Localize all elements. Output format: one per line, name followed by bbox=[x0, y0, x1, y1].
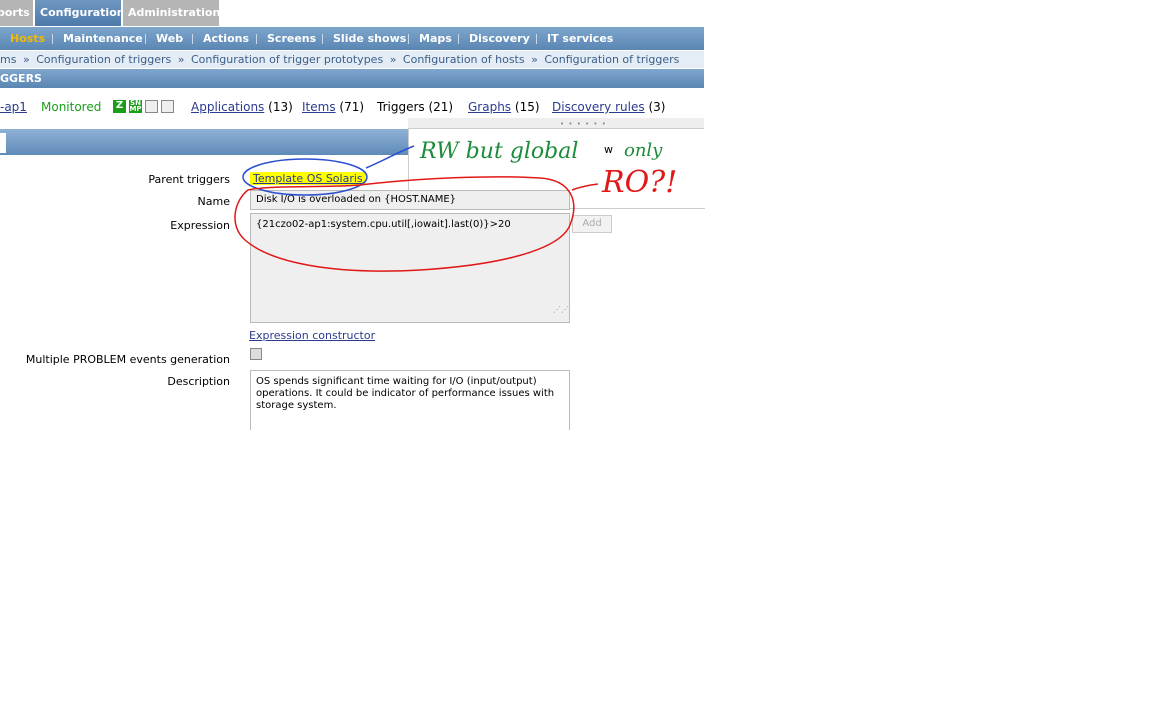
multiple-events-label: Multiple PROBLEM events generation bbox=[25, 353, 230, 366]
submenu-discovery[interactable]: Discovery bbox=[469, 27, 530, 50]
parent-triggers-label: Parent triggers bbox=[148, 173, 230, 186]
submenu-divider bbox=[408, 34, 409, 44]
submenu-hosts[interactable]: Hosts bbox=[10, 27, 45, 50]
host-link[interactable]: -ap1 bbox=[0, 100, 27, 114]
expression-constructor-link[interactable]: Expression constructor bbox=[249, 329, 375, 342]
section-title: GGERS bbox=[0, 72, 42, 85]
top-tabs: ports Configuration Administration bbox=[0, 0, 704, 26]
submenu-slide-shows[interactable]: Slide shows bbox=[333, 27, 406, 50]
submenu-actions[interactable]: Actions bbox=[203, 27, 249, 50]
submenu-divider bbox=[256, 34, 257, 44]
submenu-it-services[interactable]: IT services bbox=[547, 27, 613, 50]
graphs-link[interactable]: Graphs bbox=[468, 100, 511, 114]
zabbix-agent-icon: Z bbox=[113, 100, 126, 113]
name-field[interactable]: Disk I/O is overloaded on {HOST.NAME} bbox=[250, 190, 570, 210]
host-status: Monitored bbox=[41, 100, 102, 114]
triggers-count: (21) bbox=[428, 100, 454, 114]
submenu-divider bbox=[192, 34, 193, 44]
nav-graphs[interactable]: Graphs (15) bbox=[468, 100, 540, 114]
discovery-rules-link[interactable]: Discovery rules bbox=[552, 100, 645, 114]
submenu-divider bbox=[536, 34, 537, 44]
submenu-divider bbox=[322, 34, 323, 44]
nav-applications[interactable]: Applications (13) bbox=[191, 100, 293, 114]
expression-field[interactable]: {21czo02-ap1:system.cpu.util[,iowait].la… bbox=[250, 213, 570, 323]
breadcrumb-item[interactable]: Configuration of hosts bbox=[403, 51, 525, 68]
breadcrumb-item[interactable]: Configuration of triggers bbox=[36, 51, 171, 68]
resize-grip-icon[interactable]: ⋰⋰ bbox=[553, 305, 569, 314]
drag-handle-icon[interactable]: • • • • • • bbox=[560, 120, 607, 128]
jmx-icon bbox=[145, 100, 158, 113]
applications-count: (13) bbox=[268, 100, 293, 114]
submenu-bar: Hosts Maintenance Web Actions Screens Sl… bbox=[0, 27, 704, 50]
submenu-screens[interactable]: Screens bbox=[267, 27, 316, 50]
items-count: (71) bbox=[339, 100, 365, 114]
breadcrumb-item[interactable]: Configuration of triggers bbox=[544, 51, 679, 68]
section-header: GGERS bbox=[0, 69, 704, 88]
tab-administration[interactable]: Administration bbox=[123, 0, 220, 26]
parent-trigger-link[interactable]: Template OS Solaris bbox=[250, 172, 366, 185]
tab-reports[interactable]: ports bbox=[0, 0, 33, 26]
nav-discovery[interactable]: Discovery rules (3) bbox=[552, 100, 665, 114]
breadcrumb-separator: » bbox=[531, 53, 538, 66]
items-link[interactable]: Items bbox=[302, 100, 336, 114]
submenu-maps[interactable]: Maps bbox=[419, 27, 452, 50]
submenu-maintenance[interactable]: Maintenance bbox=[63, 27, 143, 50]
breadcrumb-separator: » bbox=[177, 53, 185, 66]
tab-configuration[interactable]: Configuration bbox=[35, 0, 125, 26]
breadcrumb-item[interactable]: ms bbox=[0, 51, 16, 68]
description-label: Description bbox=[167, 375, 230, 388]
breadcrumb: ms » Configuration of triggers » Configu… bbox=[0, 51, 704, 68]
form-tab[interactable] bbox=[0, 133, 6, 153]
multiple-events-checkbox[interactable] bbox=[250, 348, 262, 360]
triggers-label: Triggers bbox=[377, 100, 425, 114]
submenu-divider bbox=[458, 34, 459, 44]
expression-label: Expression bbox=[170, 219, 230, 232]
host-nav: -ap1 Monitored Z SN MP Applications (13)… bbox=[0, 98, 704, 116]
breadcrumb-separator: » bbox=[389, 53, 397, 66]
nav-triggers: Triggers (21) bbox=[377, 100, 453, 114]
applications-link[interactable]: Applications bbox=[191, 100, 264, 114]
breadcrumb-item[interactable]: Configuration of trigger prototypes bbox=[191, 51, 383, 68]
submenu-divider bbox=[52, 34, 53, 44]
description-field[interactable]: OS spends significant time waiting for I… bbox=[250, 370, 570, 430]
overlay-titlebar[interactable] bbox=[408, 118, 704, 129]
snmp-icon: SN MP bbox=[129, 99, 142, 113]
add-button[interactable]: Add bbox=[572, 215, 612, 233]
breadcrumb-separator: » bbox=[22, 53, 30, 66]
discovery-count: (3) bbox=[648, 100, 666, 114]
ipmi-icon bbox=[161, 100, 174, 113]
nav-items[interactable]: Items (71) bbox=[302, 100, 364, 114]
graphs-count: (15) bbox=[514, 100, 540, 114]
name-label: Name bbox=[197, 195, 230, 208]
submenu-divider bbox=[145, 34, 146, 44]
submenu-web[interactable]: Web bbox=[156, 27, 183, 50]
